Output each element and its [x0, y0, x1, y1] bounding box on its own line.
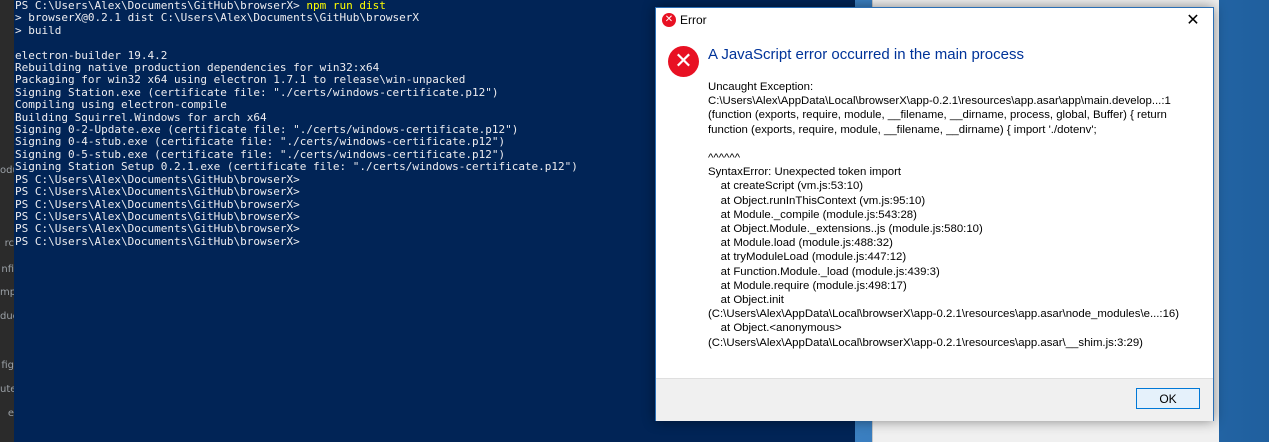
background-editor-strip: odu rc nfi mpl duc fig ute e: [0, 0, 14, 442]
main-instruction: A JavaScript error occurred in the main …: [708, 46, 1024, 63]
close-button[interactable]: ✕: [1173, 8, 1213, 32]
editor-fragment: fig: [1, 360, 14, 371]
error-icon: ✕: [668, 46, 699, 77]
editor-fragment: duc: [0, 311, 14, 322]
editor-fragment: odu: [0, 165, 14, 176]
dialog-footer: OK: [656, 378, 1213, 421]
editor-fragment: e: [7, 408, 14, 419]
terminal-output: > browserX@0.2.1 dist C:\Users\Alex\Docu…: [15, 11, 578, 248]
dialog-title: Error: [680, 13, 707, 27]
terminal-prompt: PS C:\Users\Alex\Documents\GitHub\browse…: [15, 0, 300, 12]
error-dialog: ✕ Error ✕ ✕ A JavaScript error occurred …: [655, 7, 1214, 421]
ok-button[interactable]: OK: [1136, 388, 1200, 409]
editor-fragment: ute: [0, 384, 14, 395]
error-details: Uncaught Exception: C:\Users\Alex\AppDat…: [708, 81, 1180, 349]
terminal-command: npm run dist: [306, 0, 386, 12]
editor-fragment: rc: [4, 238, 14, 249]
error-icon: ✕: [662, 13, 676, 27]
dialog-titlebar[interactable]: ✕ Error ✕: [656, 8, 1213, 32]
editor-fragment: mpl: [0, 287, 14, 298]
editor-fragment: nfi: [1, 264, 14, 275]
dialog-content: ✕ A JavaScript error occurred in the mai…: [656, 32, 1213, 378]
